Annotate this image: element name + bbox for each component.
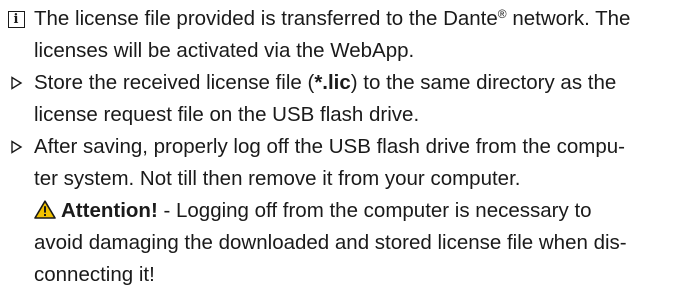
info-marker: i xyxy=(5,3,27,35)
step-triangle-icon xyxy=(11,140,23,154)
attention-line-1: Attention! - Logging off from the comput… xyxy=(34,195,694,227)
info-note-line-2: licenses will be activated via the WebAp… xyxy=(34,39,415,62)
attention-warning: Attention! - Logging off from the comput… xyxy=(34,195,694,291)
info-note-text: The license file provided is transferred… xyxy=(34,3,694,67)
step-store-license-text: Store the received license file (*.lic) … xyxy=(34,67,694,131)
attention-line-1-text: - Logging off from the computer is neces… xyxy=(157,199,592,222)
info-icon: i xyxy=(7,10,25,28)
info-note-line-1-start: The license file provided is transferred… xyxy=(34,7,498,30)
step-marker xyxy=(5,131,27,163)
license-extension: *.lic xyxy=(314,71,351,94)
step-2-line-2: ter system. Not till then remove it from… xyxy=(34,167,521,190)
step-1-line-1-start: Store the received license file ( xyxy=(34,71,315,94)
step-2-line-1: After saving, properly log off the USB f… xyxy=(34,135,625,158)
attention-line-2: avoid damaging the downloaded and stored… xyxy=(34,231,627,254)
info-note-line-1-end: network. The xyxy=(506,7,631,30)
step-1-line-1-end: ) to the same directory as the xyxy=(350,71,617,94)
step-marker xyxy=(5,67,27,99)
info-note-line-1: The license file provided is transferred… xyxy=(34,3,694,35)
step-1-line-1: Store the received license file (*.lic) … xyxy=(34,67,694,99)
step-1-line-2: license request file on the USB flash dr… xyxy=(34,103,420,126)
warning-triangle-icon xyxy=(34,200,56,219)
attention-label: Attention! xyxy=(61,199,158,222)
attention-line-3: connecting it! xyxy=(34,263,155,286)
step-triangle-icon xyxy=(11,76,23,90)
step-log-off-usb-text: After saving, properly log off the USB f… xyxy=(34,131,694,291)
registered-mark: ® xyxy=(497,7,507,21)
license-instructions: i The license file provided is transferr… xyxy=(0,0,697,296)
